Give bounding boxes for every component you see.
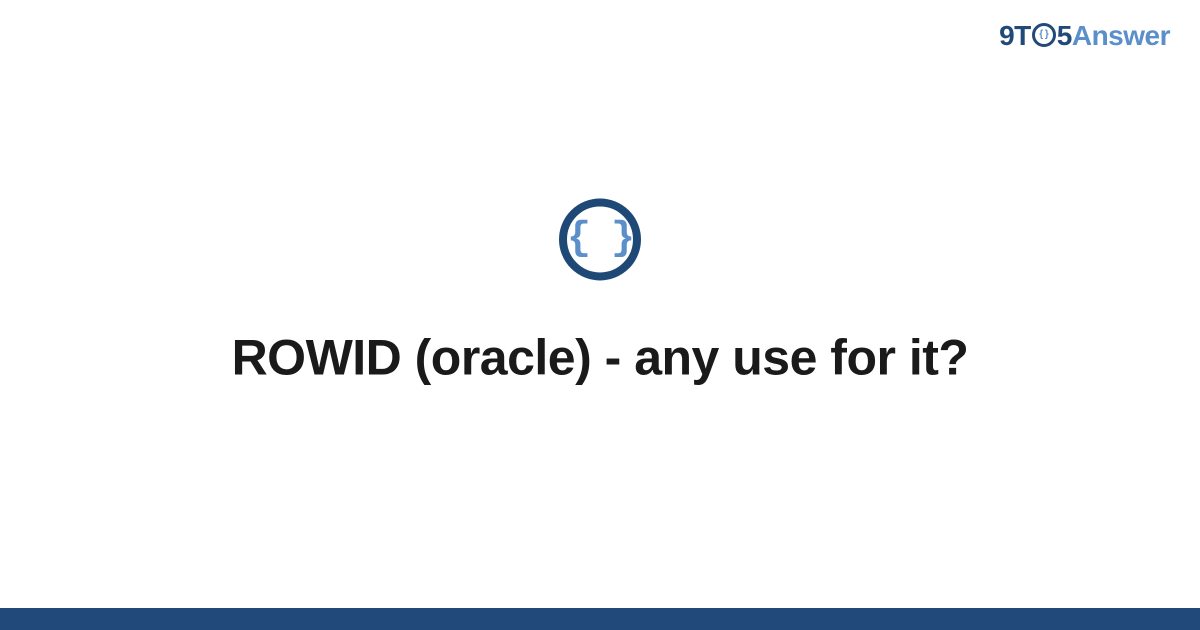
main-content: { } ROWID (oracle) - any use for it? [0,198,1200,386]
logo-text-5: 5 [1057,20,1072,52]
logo-text-answer: Answer [1072,20,1170,52]
logo-o-icon: { } [1032,23,1056,47]
code-braces-icon: { } [567,219,633,259]
logo-text-9t: 9T [999,20,1031,52]
category-icon-circle: { } [559,198,641,280]
logo-o-inner-braces: { } [1039,30,1048,40]
footer-bar [0,608,1200,630]
question-title: ROWID (oracle) - any use for it? [0,328,1200,386]
site-logo: 9T { } 5 Answer [999,20,1170,52]
